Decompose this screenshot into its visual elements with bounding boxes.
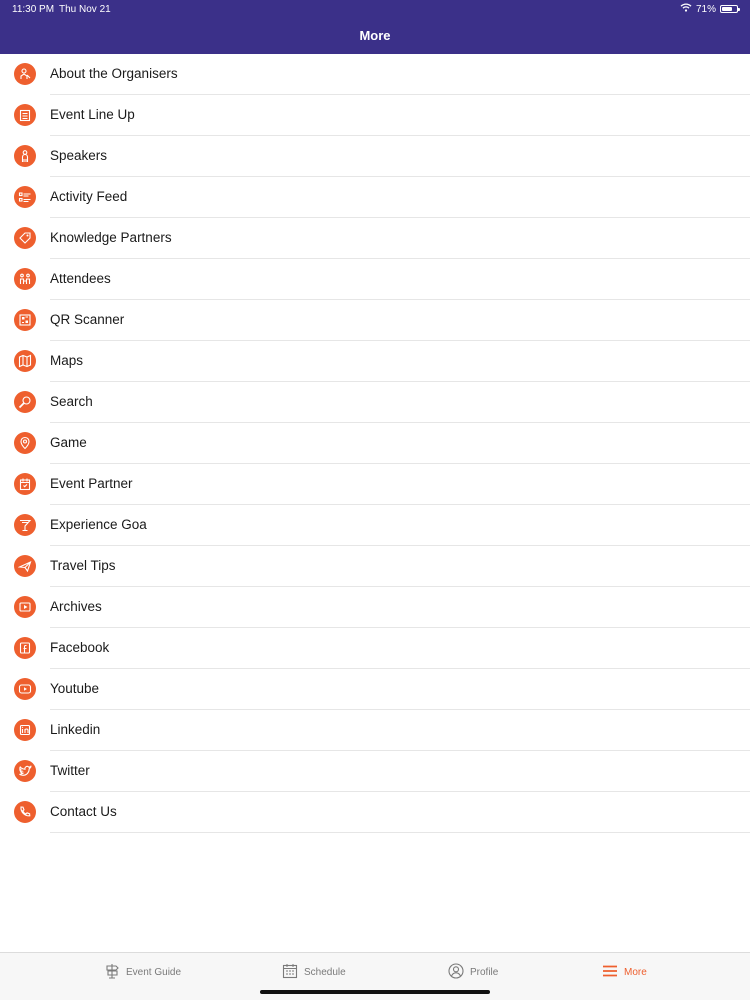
feed-icon bbox=[14, 186, 36, 208]
menu-item-label: Archives bbox=[50, 599, 102, 614]
map-icon bbox=[14, 350, 36, 372]
battery-icon bbox=[720, 5, 740, 13]
menu-item-archives[interactable]: Archives bbox=[0, 587, 750, 628]
linkedin-icon bbox=[14, 719, 36, 741]
tag-icon bbox=[14, 227, 36, 249]
calendar-icon bbox=[282, 963, 298, 982]
menu-item-event-partner[interactable]: Event Partner bbox=[0, 464, 750, 505]
menu-item-label: Youtube bbox=[50, 681, 100, 696]
menu-item-speakers[interactable]: Speakers bbox=[0, 136, 750, 177]
menu-item-label: Facebook bbox=[50, 640, 110, 655]
menu-item-label: Search bbox=[50, 394, 93, 409]
menu-item-label: Knowledge Partners bbox=[50, 230, 172, 245]
wifi-icon bbox=[680, 3, 692, 15]
search-icon bbox=[14, 391, 36, 413]
game-icon bbox=[14, 432, 36, 454]
menu-item-label: Event Line Up bbox=[50, 107, 135, 122]
menu-item-travel-tips[interactable]: Travel Tips bbox=[0, 546, 750, 587]
menu-item-maps[interactable]: Maps bbox=[0, 341, 750, 382]
menu-item-linkedin[interactable]: Linkedin bbox=[0, 710, 750, 751]
menu-item-label: Twitter bbox=[50, 763, 90, 778]
menu-item-label: Attendees bbox=[50, 271, 111, 286]
battery-fill bbox=[722, 7, 732, 11]
organisers-icon bbox=[14, 63, 36, 85]
menu-item-label: Game bbox=[50, 435, 87, 450]
menu-item-label: Maps bbox=[50, 353, 84, 368]
facebook-icon bbox=[14, 637, 36, 659]
menu-item-label: Event Partner bbox=[50, 476, 133, 491]
menu-item-label: Linkedin bbox=[50, 722, 101, 737]
tab-label: Schedule bbox=[304, 967, 346, 978]
menu-item-label: Activity Feed bbox=[50, 189, 128, 204]
speaker-icon bbox=[14, 145, 36, 167]
qr-icon bbox=[14, 309, 36, 331]
menu-icon bbox=[602, 963, 618, 982]
tab-event-guide[interactable]: Event Guide bbox=[104, 963, 181, 982]
menu-item-label: Travel Tips bbox=[50, 558, 116, 573]
tab-label: Profile bbox=[470, 967, 499, 978]
tab-profile[interactable]: Profile bbox=[448, 963, 498, 982]
menu-item-label: Contact Us bbox=[50, 804, 117, 819]
menu-item-activity-feed[interactable]: Activity Feed bbox=[0, 177, 750, 218]
tab-label: Event Guide bbox=[126, 967, 182, 978]
menu-item-experience-goa[interactable]: Experience Goa bbox=[0, 505, 750, 546]
youtube-icon bbox=[14, 678, 36, 700]
menu-item-knowledge-partners[interactable]: Knowledge Partners bbox=[0, 218, 750, 259]
row-divider bbox=[50, 832, 750, 833]
menu-item-youtube[interactable]: Youtube bbox=[0, 669, 750, 710]
menu-item-label: Speakers bbox=[50, 148, 108, 163]
app-header: 11:30 PM Thu Nov 21 71% More bbox=[0, 0, 750, 54]
menu-item-facebook[interactable]: Facebook bbox=[0, 628, 750, 669]
menu-item-game[interactable]: Game bbox=[0, 423, 750, 464]
menu-item-qr-scanner[interactable]: QR Scanner bbox=[0, 300, 750, 341]
tab-more[interactable]: More bbox=[602, 963, 647, 982]
tab-label: More bbox=[624, 967, 647, 978]
tab-schedule[interactable]: Schedule bbox=[282, 963, 346, 982]
home-indicator bbox=[260, 990, 490, 994]
cocktail-icon bbox=[14, 514, 36, 536]
menu-item-label: About the Organisers bbox=[50, 66, 178, 81]
menu-item-label: Experience Goa bbox=[50, 517, 147, 532]
profile-icon bbox=[448, 963, 464, 982]
menu-item-contact-us[interactable]: Contact Us bbox=[0, 792, 750, 833]
status-indicators: 71% bbox=[680, 3, 740, 15]
partner-icon bbox=[14, 473, 36, 495]
status-time: 11:30 PM bbox=[12, 4, 55, 15]
menu-item-twitter[interactable]: Twitter bbox=[0, 751, 750, 792]
more-menu-list: About the Organisers Event Line Up Speaker… bbox=[0, 54, 750, 833]
attendees-icon bbox=[14, 268, 36, 290]
phone-icon bbox=[14, 801, 36, 823]
twitter-icon bbox=[14, 760, 36, 782]
menu-item-attendees[interactable]: Attendees bbox=[0, 259, 750, 300]
menu-item-about-the-organisers[interactable]: About the Organisers bbox=[0, 54, 750, 95]
signpost-icon bbox=[104, 963, 120, 982]
status-date: Thu Nov 21 bbox=[59, 4, 111, 15]
calendar-list-icon bbox=[14, 104, 36, 126]
plane-icon bbox=[14, 555, 36, 577]
page-title: More bbox=[359, 28, 391, 43]
menu-item-search[interactable]: Search bbox=[0, 382, 750, 423]
battery-percent: 71% bbox=[695, 3, 716, 15]
menu-item-label: QR Scanner bbox=[50, 312, 125, 327]
menu-item-event-line-up[interactable]: Event Line Up bbox=[0, 95, 750, 136]
play-icon bbox=[14, 596, 36, 618]
